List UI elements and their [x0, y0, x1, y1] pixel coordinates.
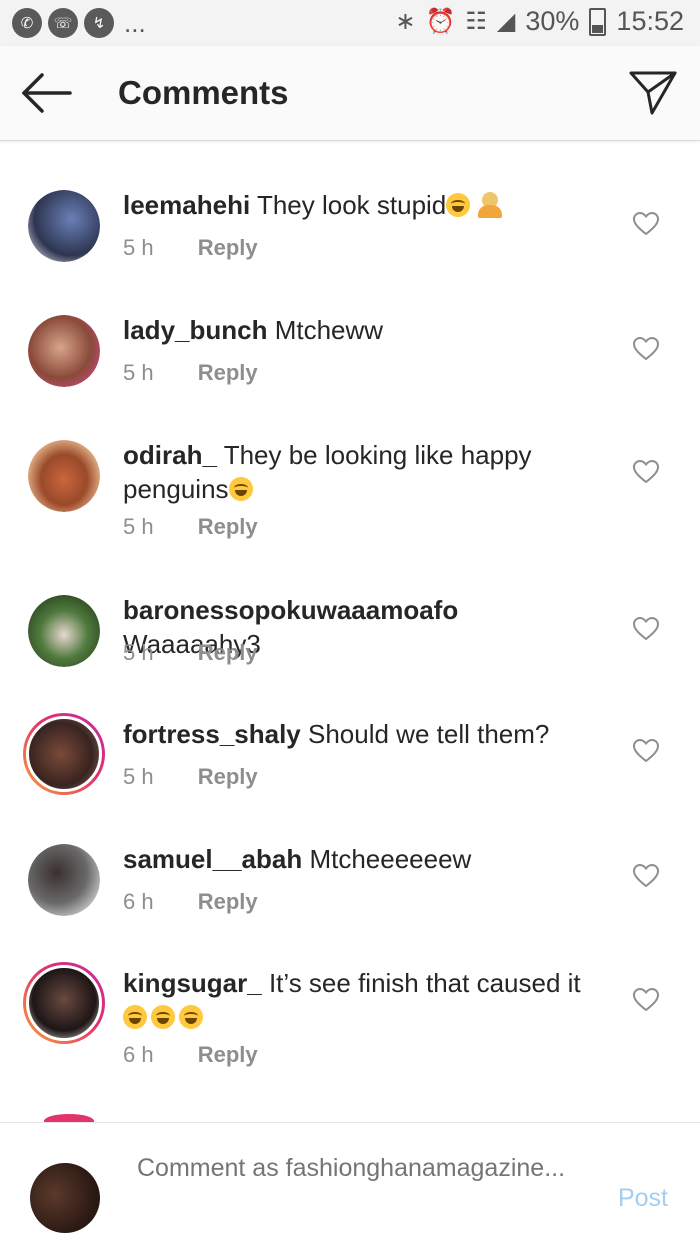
- comment-text: fortress_shaly Should we tell them?: [123, 717, 603, 751]
- comment-text: kingsugar_ It’s see finish that caused i…: [123, 966, 603, 1034]
- face-with-tears-of-joy-emoji: [151, 1005, 175, 1029]
- username[interactable]: odirah_: [123, 440, 217, 470]
- comment-meta: 6 h Reply: [123, 1042, 258, 1068]
- post-button[interactable]: Post: [618, 1184, 668, 1213]
- face-with-tears-of-joy-emoji: [123, 1005, 147, 1029]
- avatar[interactable]: [28, 440, 100, 512]
- comment-meta: 5 h Reply: [123, 235, 258, 261]
- heart-icon[interactable]: [633, 739, 659, 763]
- comment-text: leemahehi They look stupid: [123, 188, 603, 222]
- face-with-tears-of-joy-emoji: [446, 193, 471, 217]
- comment-meta: 5 h Reply: [123, 764, 258, 790]
- comment-text: samuel__abah Mtcheeeeeew: [123, 842, 603, 876]
- reply-button[interactable]: Reply: [198, 889, 258, 914]
- avatar-story-ring[interactable]: [23, 962, 105, 1044]
- face-with-tears-of-joy-emoji: [228, 477, 253, 501]
- comment-text: lady_bunch Mtcheww: [123, 313, 603, 347]
- phone-icon: ☏: [48, 8, 78, 38]
- heart-icon[interactable]: [633, 460, 659, 484]
- heart-icon[interactable]: [633, 617, 659, 641]
- comment-time: 5 h: [123, 360, 154, 385]
- send-icon[interactable]: [628, 68, 678, 118]
- reply-button[interactable]: Reply: [198, 514, 258, 539]
- reply-button[interactable]: Reply: [198, 640, 258, 665]
- avatar[interactable]: [28, 315, 100, 387]
- username[interactable]: kingsugar_: [123, 968, 262, 998]
- reply-button[interactable]: Reply: [198, 1042, 258, 1067]
- whatsapp-icon: ✆: [12, 8, 42, 38]
- comment-time: 6 h: [123, 889, 154, 914]
- reply-button[interactable]: Reply: [198, 235, 258, 260]
- avatar[interactable]: [28, 844, 100, 916]
- heart-icon[interactable]: [633, 212, 659, 236]
- comment-time: 5 h: [123, 640, 154, 665]
- comment-time: 6 h: [123, 1042, 154, 1067]
- system-icons: ∗ ⏰ ☷ ◢ 30% 15:52: [395, 6, 684, 37]
- messenger-icon: ↯: [84, 8, 114, 38]
- more-notifications: ...: [124, 8, 146, 38]
- comment-meta: 6 h Reply: [123, 889, 258, 915]
- comment-meta: 5 h Reply: [123, 514, 258, 540]
- comment-meta: 5 h Reply: [123, 640, 258, 666]
- comment-body: Should we tell them?: [308, 719, 550, 749]
- comment-time: 5 h: [123, 514, 154, 539]
- username[interactable]: lady_bunch: [123, 315, 267, 345]
- comment-input[interactable]: [137, 1152, 567, 1222]
- comment-text: odirah_ They be looking like happy pengu…: [123, 438, 603, 506]
- heart-icon[interactable]: [633, 988, 659, 1012]
- person-gesturing-no-emoji: [477, 192, 502, 218]
- comments-header: Comments: [0, 46, 700, 141]
- reply-button[interactable]: Reply: [198, 764, 258, 789]
- comment-time: 5 h: [123, 235, 154, 260]
- face-with-tears-of-joy-emoji: [179, 1005, 203, 1029]
- username[interactable]: leemahehi: [123, 190, 250, 220]
- comment-body: Mtcheww: [274, 315, 384, 345]
- comment-body: Mtcheeeeeew: [309, 844, 472, 874]
- notification-icons: ✆ ☏ ↯ ...: [12, 8, 146, 38]
- current-user-avatar: [30, 1163, 100, 1233]
- avatar-story-ring[interactable]: [23, 713, 105, 795]
- username[interactable]: fortress_shaly: [123, 719, 301, 749]
- heart-icon[interactable]: [633, 864, 659, 888]
- comment-time: 5 h: [123, 764, 154, 789]
- bluetooth-icon: ∗: [395, 8, 416, 35]
- signal-icon: ◢: [496, 8, 516, 35]
- status-bar: ✆ ☏ ↯ ... ∗ ⏰ ☷ ◢ 30% 15:52: [0, 0, 700, 46]
- heart-icon[interactable]: [633, 337, 659, 361]
- alarm-icon: ⏰: [425, 8, 456, 35]
- page-title: Comments: [118, 74, 289, 111]
- reply-button[interactable]: Reply: [198, 360, 258, 385]
- username[interactable]: samuel__abah: [123, 844, 302, 874]
- wifi-icon: ☷: [465, 8, 487, 35]
- battery-percent: 30%: [525, 6, 580, 36]
- comment-body: It’s see finish that caused it: [268, 968, 581, 998]
- back-arrow-icon[interactable]: [20, 72, 72, 114]
- battery-icon: [589, 7, 607, 36]
- clock: 15:52: [616, 6, 684, 36]
- comment-meta: 5 h Reply: [123, 360, 258, 386]
- avatar[interactable]: [28, 190, 100, 262]
- username[interactable]: baronessopokuwaaamoafo: [123, 595, 458, 625]
- comment-body: They look stupid: [256, 190, 447, 220]
- avatar[interactable]: [28, 595, 100, 667]
